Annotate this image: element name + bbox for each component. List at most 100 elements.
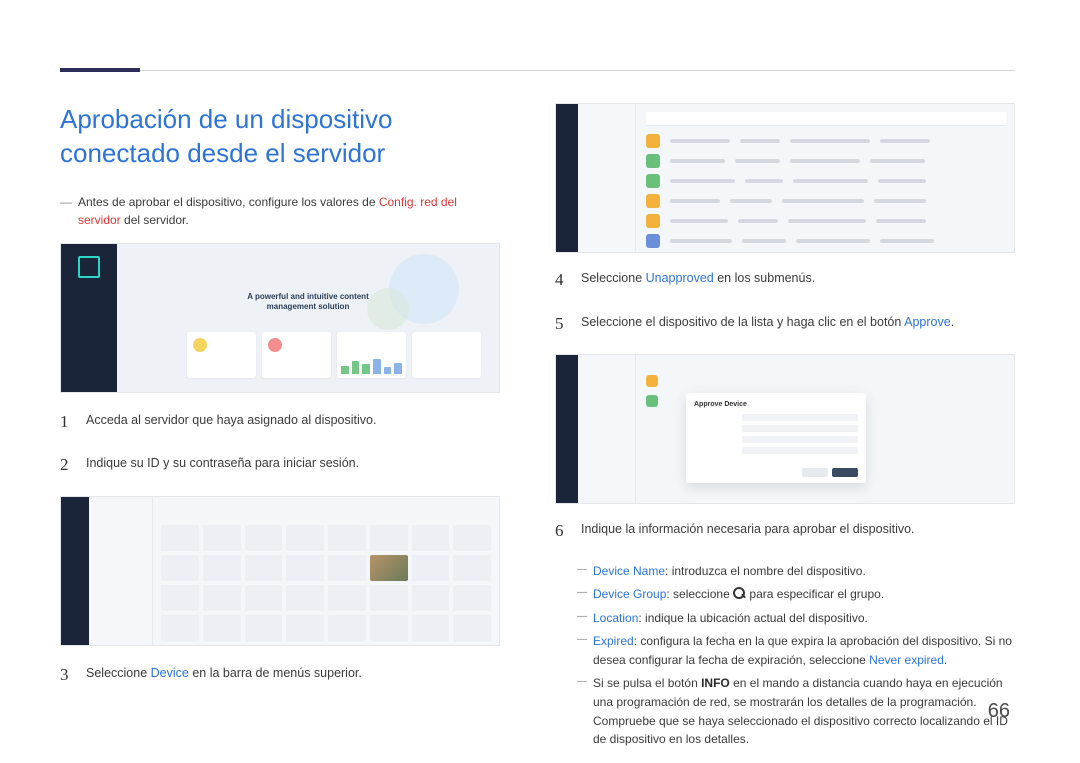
steps-list-right-2: 6 Indique la información necesaria para …: [555, 518, 1015, 544]
sub-panel: [89, 497, 153, 645]
hero-tagline: A powerful and intuitive content managem…: [228, 292, 388, 313]
step-5: 5 Seleccione el dispositivo de la lista …: [555, 311, 1015, 337]
step-number: 6: [555, 518, 567, 544]
step-6: 6 Indique la información necesaria para …: [555, 518, 1015, 544]
step-3: 3 Seleccione Device en la barra de menús…: [60, 662, 500, 688]
dialog-ok: [832, 468, 858, 477]
table-header: [646, 112, 1006, 126]
table-row: [646, 194, 1006, 208]
sub-text: .: [944, 653, 947, 667]
mini-bar-chart: [341, 356, 402, 374]
sub-highlight: Expired: [593, 634, 634, 648]
table-row: [646, 375, 1006, 387]
steps-list-right: 4 Seleccione Unapproved en los submenús.…: [555, 267, 1015, 336]
sub-text: Si se pulsa el botón: [593, 676, 701, 690]
screenshot-unapproved-list: [555, 103, 1015, 253]
table-rows: [646, 134, 1006, 244]
text-pre: Seleccione: [86, 666, 151, 680]
text-highlight: Approve: [904, 315, 951, 329]
sub-panel: [578, 104, 636, 252]
sidebar-dark: [61, 244, 117, 392]
stat-card: [337, 332, 406, 378]
dialog-field: [694, 414, 858, 421]
dialog-field: [694, 425, 858, 432]
sub-device-group: Device Group: seleccione para especifica…: [577, 585, 1015, 604]
step-text: Seleccione Unapproved en los submenús.: [581, 267, 1015, 288]
step-1: 1 Acceda al servidor que haya asignado a…: [60, 409, 500, 435]
text-highlight: Unapproved: [646, 271, 714, 285]
stat-card: [262, 332, 331, 378]
text-post: en la barra de menús superior.: [189, 666, 362, 680]
table-row: [646, 154, 1006, 168]
step-number: 5: [555, 311, 567, 337]
device-thumbnail-grid: [161, 525, 491, 637]
header-rule: [60, 70, 1015, 71]
intro-post: del servidor.: [121, 213, 189, 227]
sub-highlight: Device Name: [593, 564, 665, 578]
sub-location: Location: indique la ubicación actual de…: [577, 609, 1015, 628]
table-row: [646, 234, 1006, 248]
table-row: [646, 214, 1006, 228]
sub-text: para especificar el grupo.: [746, 587, 884, 601]
text-post: .: [951, 315, 954, 329]
step-number: 1: [60, 409, 72, 435]
step-number: 2: [60, 452, 72, 478]
sub-device-name: Device Name: introduzca el nombre del di…: [577, 562, 1015, 581]
table-row: [646, 134, 1006, 148]
approve-dialog: Approve Device: [686, 393, 866, 483]
sidebar-dark: [556, 355, 578, 503]
sub-bold: INFO: [701, 676, 730, 690]
sub-text: : introduzca el nombre del dispositivo.: [665, 564, 866, 578]
dash-icon: ―: [60, 193, 78, 229]
table-row: [646, 174, 1006, 188]
page-number: 66: [988, 700, 1010, 723]
steps-list-left: 1 Acceda al servidor que haya asignado a…: [60, 409, 500, 478]
sub-panel: [578, 355, 636, 503]
dialog-field: [694, 447, 858, 454]
logo-icon: [78, 256, 100, 278]
step-4: 4 Seleccione Unapproved en los submenús.: [555, 267, 1015, 293]
sub-highlight: Device Group: [593, 587, 666, 601]
text-highlight: Device: [151, 666, 189, 680]
header-accent: [60, 68, 140, 72]
step-text: Seleccione el dispositivo de la lista y …: [581, 311, 1015, 332]
manual-page: Aprobación de un dispositivo conectado d…: [0, 0, 1080, 763]
intro-text: Antes de aprobar el dispositivo, configu…: [78, 193, 500, 229]
sub-info: Si se pulsa el botón INFO en el mando a …: [577, 674, 1015, 748]
screenshot-device-grid: [60, 496, 500, 646]
text-pre: Seleccione el dispositivo de la lista y …: [581, 315, 904, 329]
stat-card: [412, 332, 481, 378]
dialog-cancel: [802, 468, 828, 477]
intro-note: ― Antes de aprobar el dispositivo, confi…: [60, 193, 500, 229]
step-number: 3: [60, 662, 72, 688]
intro-pre: Antes de aprobar el dispositivo, configu…: [78, 195, 379, 209]
step-text: Acceda al servidor que haya asignado al …: [86, 409, 500, 430]
dashboard-cards: [187, 332, 481, 378]
step-2: 2 Indique su ID y su contraseña para ini…: [60, 452, 500, 478]
dialog-title: Approve Device: [694, 401, 858, 408]
step-text: Indique su ID y su contraseña para inici…: [86, 452, 500, 473]
sub-highlight-2: Never expired: [869, 653, 944, 667]
steps-list-left-2: 3 Seleccione Device en la barra de menús…: [60, 662, 500, 688]
sub-bullets: Device Name: introduzca el nombre del di…: [577, 562, 1015, 749]
sub-highlight: Location: [593, 611, 638, 625]
page-title: Aprobación de un dispositivo conectado d…: [60, 103, 500, 171]
dialog-buttons: [802, 468, 858, 477]
sub-text: : configura la fecha en la que expira la…: [593, 634, 1012, 667]
text-pre: Seleccione: [581, 271, 646, 285]
sub-text: : indique la ubicación actual del dispos…: [638, 611, 867, 625]
screenshot-login: A powerful and intuitive content managem…: [60, 243, 500, 393]
left-column: Aprobación de un dispositivo conectado d…: [60, 103, 500, 754]
step-number: 4: [555, 267, 567, 293]
sidebar-dark: [61, 497, 89, 645]
sidebar-dark: [556, 104, 578, 252]
right-column: 4 Seleccione Unapproved en los submenús.…: [555, 103, 1015, 754]
magnifier-icon: [733, 587, 746, 600]
stat-card: [187, 332, 256, 378]
screenshot-approve-dialog: Approve Device: [555, 354, 1015, 504]
dialog-field: [694, 436, 858, 443]
sub-expired: Expired: configura la fecha en la que ex…: [577, 632, 1015, 669]
step-text: Indique la información necesaria para ap…: [581, 518, 1015, 539]
step-text: Seleccione Device en la barra de menús s…: [86, 662, 500, 683]
sub-text: : seleccione: [666, 587, 733, 601]
